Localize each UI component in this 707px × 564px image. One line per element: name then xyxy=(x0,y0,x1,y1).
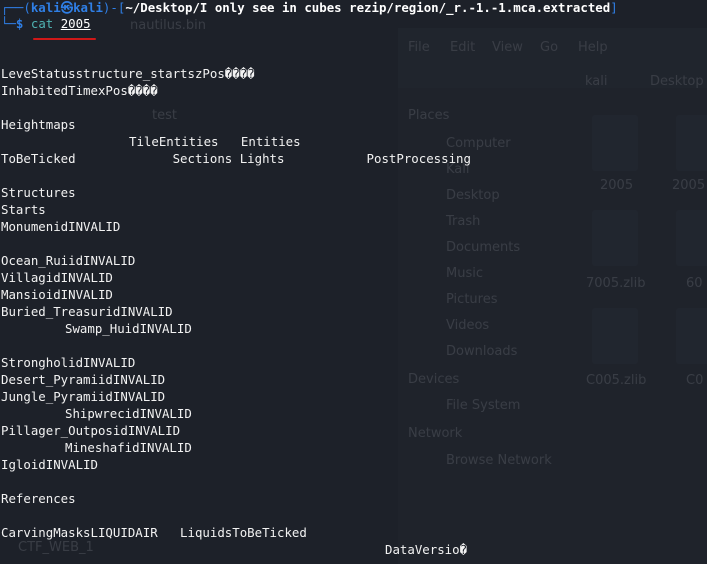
output-line: Ocean_RuiidINVALID xyxy=(1,253,136,268)
prompt-at-symbol: ㉿ xyxy=(60,0,74,15)
output-line: References xyxy=(1,491,76,506)
output-line: ShipwrecidINVALID xyxy=(65,406,192,421)
output-line: Pillager_OutposidINVALID xyxy=(1,423,181,438)
prompt-frame: ┌──( xyxy=(1,0,31,15)
output-line: Buried_TreasuridINVALID xyxy=(1,304,173,319)
prompt-user: kali xyxy=(30,0,61,15)
prompt-frame: ] xyxy=(610,0,618,15)
prompt-frame: )-[ xyxy=(102,0,126,15)
output-line: CarvingMasksLIQUIDAIR LiquidsToBeTicked xyxy=(1,525,307,540)
output-line: Swamp_HuidINVALID xyxy=(65,321,192,336)
prompt-host: kali xyxy=(73,0,103,15)
output-line: ToBeTicked Sections Lights PostProcessin… xyxy=(1,151,471,166)
red-annotation-underline xyxy=(33,38,96,40)
output-line: Heightmaps xyxy=(1,117,76,132)
output-line: Desert_PyramiidINVALID xyxy=(1,372,166,387)
prompt-dollar: $ xyxy=(15,16,24,31)
output-line: MansioidINVALID xyxy=(1,287,113,302)
output-line: InhabitedTimexPos���� xyxy=(1,83,158,98)
prompt-frame: └─ xyxy=(1,16,16,31)
prompt-path: ~/Desktop/I only see in cubes rezip/regi… xyxy=(125,0,611,15)
command-name: cat xyxy=(30,16,54,31)
output-line: StrongholidINVALID xyxy=(1,355,136,370)
prompt-line-1: ┌──(kali㉿kali)-[~/Desktop/I only see in … xyxy=(1,0,618,16)
output-line: IgloidINVALID xyxy=(1,457,98,472)
output-line: VillagidINVALID xyxy=(1,270,113,285)
output-line: MonumenidINVALID xyxy=(1,219,121,234)
terminal-window[interactable]: ┌──(kali㉿kali)-[~/Desktop/I only see in … xyxy=(0,0,707,564)
output-line: Structures xyxy=(1,185,76,200)
output-line: TileEntities Entities xyxy=(129,134,301,149)
output-line: Starts xyxy=(1,202,46,217)
output-line: LeveStatusstructure_startszPos���� xyxy=(1,66,255,81)
output-line: MineshafidINVALID xyxy=(65,440,192,455)
command-argument: 2005 xyxy=(60,16,91,31)
prompt-line-2: └─$ cat 2005 xyxy=(1,16,91,32)
output-line: Jungle_PyramiidINVALID xyxy=(1,389,166,404)
output-line: DataVersio� xyxy=(385,542,468,557)
